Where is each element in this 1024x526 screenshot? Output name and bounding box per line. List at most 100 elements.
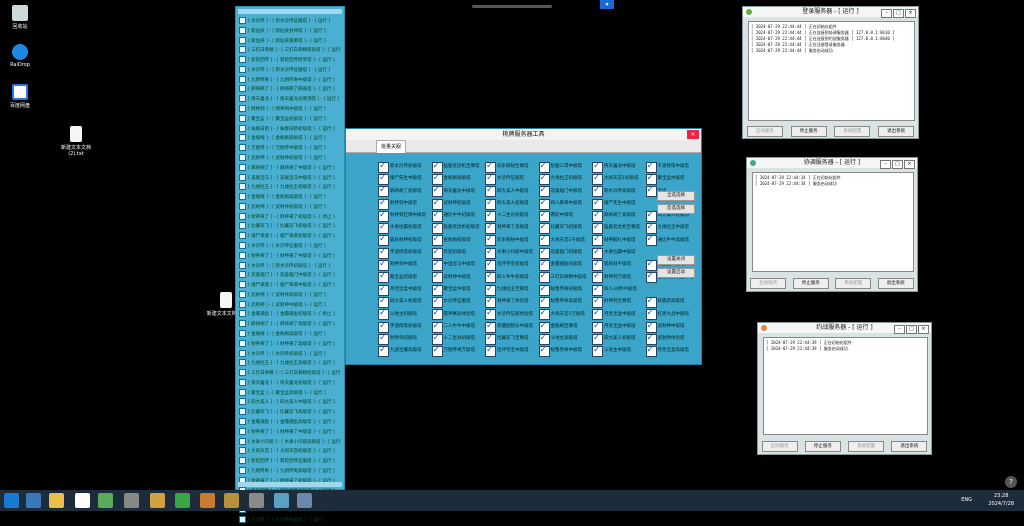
list-item[interactable]: [ 财神来了 ] - [ 财神来了中级塔 ] - [ 运行 ]	[239, 427, 341, 438]
checkbox[interactable]	[239, 173, 246, 181]
checkbox[interactable]	[239, 300, 246, 308]
grid-cell[interactable]: 雷神赛迪体验塔	[431, 309, 485, 321]
invert-select-button[interactable]: 反选选择	[657, 204, 695, 214]
list-item[interactable]: [ 万图传 ] - [ 万图传中级塔 ] - [ 运行 ]	[239, 144, 341, 154]
grid-cell[interactable]: 新疆刮刮乐中级塔	[485, 321, 538, 333]
grid-cell[interactable]: 财神到中级塔	[378, 198, 431, 210]
checkbox[interactable]	[239, 56, 246, 64]
grid-cell[interactable]: 比翼双飞初级塔	[538, 222, 592, 235]
checkbox[interactable]	[538, 259, 550, 272]
checkbox[interactable]	[378, 333, 389, 345]
grid-cell[interactable]: 月亮宝盒中级塔	[592, 309, 645, 321]
list-item[interactable]: [ 比翼双飞 ] - [ 比翼双飞高级塔 ] - [ 运行 ]	[239, 408, 341, 418]
checkbox[interactable]	[378, 161, 389, 173]
checkbox[interactable]	[239, 241, 246, 249]
grid-cell[interactable]: 月亮宝盒中级塔	[592, 321, 645, 333]
checkbox[interactable]	[239, 183, 246, 191]
grid-cell[interactable]: 欢乐探秘中级塔	[485, 235, 538, 247]
checkbox[interactable]	[538, 309, 550, 321]
list-item[interactable]: [ 麻将麻了 ] - [ 麻将麻了麻雀塔 ] - [ 运行 ]	[239, 85, 341, 95]
checkbox[interactable]	[485, 161, 496, 173]
grid-cell[interactable]: 金瓶梅至尊塔	[538, 321, 592, 333]
baidu-netdisk-icon[interactable]	[75, 493, 90, 508]
grid-cell[interactable]: 通比牛牛高级塔	[645, 235, 699, 247]
checkbox[interactable]	[431, 161, 443, 173]
checkbox[interactable]	[378, 235, 389, 247]
checkbox[interactable]	[239, 134, 246, 142]
checkbox[interactable]	[645, 296, 657, 308]
checkbox[interactable]	[378, 210, 389, 222]
grid-cell[interactable]: 狐妖财千级塔	[592, 259, 645, 272]
checkbox[interactable]	[239, 114, 246, 122]
checkbox[interactable]	[592, 161, 603, 173]
checkbox[interactable]	[485, 321, 496, 333]
list-item[interactable]: [ 水浒传 ] - [ 水浒传征服塔 ] - [ 运行 ]	[239, 241, 341, 252]
tab-batch-close[interactable]: 批量关服	[376, 140, 407, 153]
checkbox[interactable]	[538, 222, 550, 235]
checkbox[interactable]	[239, 261, 246, 269]
grid-cell[interactable]: 财神到红拜中级塔	[378, 210, 431, 222]
checkbox[interactable]	[485, 272, 496, 284]
list-item[interactable]: [ 金瓶梅 ] - [ 金瓶梅高级塔 ] - [ 运行 ]	[239, 193, 341, 203]
ime-indicator[interactable]: ENG	[961, 496, 972, 504]
grid-cell[interactable]: 聚宝盆中级塔	[645, 173, 699, 185]
grid-cell[interactable]: 中国宝马中级塔	[431, 259, 485, 272]
grid-cell[interactable]: 水浒传征服塔	[431, 296, 485, 308]
checkbox[interactable]	[645, 222, 657, 235]
checkbox[interactable]	[239, 85, 246, 93]
close-icon[interactable]: ×	[905, 9, 916, 18]
list-item[interactable]: [ 水果小玛丽 ] - [ 水果小玛丽高级塔 ] - [ 运行 ]	[239, 437, 341, 448]
file-explorer-icon[interactable]	[49, 493, 64, 508]
checkbox[interactable]	[378, 222, 389, 235]
checkbox[interactable]	[239, 124, 246, 132]
grid-cell[interactable]: 财神来了高级塔	[485, 222, 538, 235]
grid-cell[interactable]: 双喜临门中级塔	[538, 186, 592, 198]
checkbox[interactable]	[239, 457, 246, 465]
checkbox[interactable]	[645, 321, 657, 333]
scroll-up-button[interactable]	[238, 9, 342, 14]
checkbox[interactable]	[378, 173, 389, 185]
desktop-icon-baidu[interactable]: 百度网盘	[0, 84, 40, 109]
checkbox[interactable]	[378, 272, 389, 284]
checkbox[interactable]	[485, 210, 496, 222]
grid-cell[interactable]: 月亮宝盒高级塔	[645, 345, 699, 358]
checkbox[interactable]	[431, 296, 443, 308]
checkbox[interactable]	[592, 309, 603, 321]
list-item[interactable]: [ 财神来了 ] - [ 财神来了中级塔 ] - [ 运行 ]	[239, 251, 341, 262]
checkbox[interactable]	[239, 222, 246, 230]
grid-cell[interactable]: 宇道修炼初级塔	[378, 321, 431, 333]
grid-cell[interactable]: 秘鲁传奇初级塔	[538, 284, 592, 296]
checkbox[interactable]	[239, 212, 246, 220]
list-item[interactable]: [ 新轮回传 ] - [ 新轮回传征服塔 ] - [ 运行 ]	[239, 457, 341, 467]
checkbox[interactable]	[592, 296, 603, 308]
grid-cell[interactable]: 秘鲁传奇中级塔	[538, 345, 592, 358]
checkbox[interactable]	[239, 144, 246, 152]
list-item[interactable]: [ 金瓶梅 ] - [ 金瓶梅高级塔 ] - [ 运行 ]	[239, 330, 341, 340]
grid-cell[interactable]: 连环夺宝初级塔	[485, 259, 538, 272]
server-manager-icon[interactable]	[26, 493, 41, 508]
grid-cell[interactable]: 斗地主初级塔	[378, 309, 431, 321]
checkbox[interactable]	[239, 398, 246, 406]
checkbox[interactable]	[485, 284, 496, 296]
list-item[interactable]: [ 水浒传 ] - [ 水浒传初级塔 ] - [ 运行 ]	[239, 515, 341, 526]
grid-cell[interactable]: 智鹿三得中级塔	[538, 161, 592, 173]
list-item[interactable]: [ 麻将胡了 ] - [ 麻将胡了高级塔 ] - [ 运行 ]	[239, 320, 341, 330]
grid-cell[interactable]: 武财神中级塔	[645, 321, 699, 333]
list-item[interactable]: [ 聚宝盆 ] - [ 聚宝盆初级塔 ] - [ 运行 ]	[239, 114, 341, 125]
grid-cell[interactable]: 四大美人初级塔	[378, 296, 431, 308]
grid-cell[interactable]: 大闹天宫1初级塔	[592, 173, 645, 185]
list-item[interactable]: [ 新仙侠 ] - [ 新仙侠封神塔 ] - [ 运行 ]	[239, 26, 341, 37]
checkbox[interactable]	[431, 272, 443, 284]
list-item[interactable]: [ 财神来了 ] - [ 财神来了高级塔 ] - [ 运行 ]	[239, 339, 341, 350]
close-icon[interactable]: ×	[904, 160, 915, 169]
checkbox[interactable]	[592, 272, 603, 284]
start-menu-icon[interactable]	[4, 493, 19, 508]
checkbox[interactable]	[592, 333, 603, 345]
app-icon[interactable]	[224, 493, 239, 508]
checkbox[interactable]	[645, 272, 657, 284]
grid-cell[interactable]: 千道修炼中级塔	[645, 161, 699, 173]
stop-service-button[interactable]: 停止服务	[804, 441, 841, 452]
system-config-button[interactable]: 系统配置	[848, 441, 885, 452]
exit-system-button[interactable]: 退出系统	[891, 441, 928, 452]
minimize-icon[interactable]: –	[894, 325, 905, 334]
